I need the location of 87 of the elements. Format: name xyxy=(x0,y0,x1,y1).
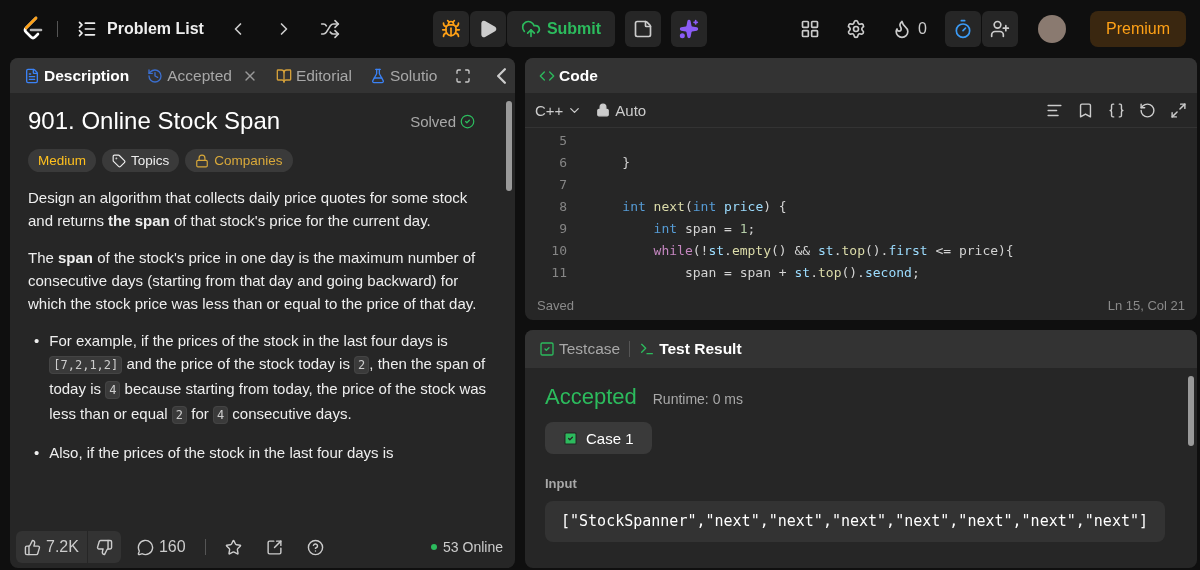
grid-icon xyxy=(800,19,821,39)
line-number: 5 xyxy=(558,132,568,148)
add-user-icon xyxy=(990,19,1010,39)
submit-button[interactable]: Submit xyxy=(506,11,616,47)
thumbs-down-icon xyxy=(95,538,113,556)
notes-button[interactable] xyxy=(625,11,662,47)
sparkles-icon xyxy=(679,19,700,39)
lock-icon xyxy=(195,153,210,168)
verdict-text: Accepted xyxy=(545,384,637,410)
problem-title: 901. Online Stock Span xyxy=(28,107,281,135)
tag-icon xyxy=(112,153,126,168)
case-tab[interactable]: Case 1 xyxy=(545,422,652,454)
timer-icon xyxy=(953,19,973,39)
scrollbar xyxy=(1188,376,1194,446)
code-tab[interactable]: Code xyxy=(535,66,602,85)
document-icon xyxy=(24,67,40,84)
avatar[interactable] xyxy=(1038,15,1066,43)
tab[interactable]: Testcase xyxy=(535,340,625,358)
code-line: span = span + st.top().second; xyxy=(683,264,920,280)
bug-icon xyxy=(440,19,461,39)
lock-icon xyxy=(596,103,611,117)
line-number: 6 xyxy=(558,154,568,170)
input-value: ["StockSpanner","next","next","next","next","next","next","next"] xyxy=(545,501,1165,542)
flask-icon xyxy=(369,67,386,84)
settings-icon xyxy=(846,19,867,39)
tab[interactable]: Test Result xyxy=(635,340,746,358)
mode-label: Auto xyxy=(596,101,647,119)
book-icon xyxy=(275,67,292,84)
problem-list-button[interactable]: Problem List xyxy=(71,19,210,39)
description-paragraph: The span of the stock's price in one day is the maximum number of consecutive days (starting from that day and going backward) for which the stock price was less than or equal to the price of that day. xyxy=(28,248,478,314)
line-number: 10 xyxy=(550,242,568,258)
solved-status: Solved xyxy=(410,112,487,130)
tag-pill[interactable]: Topics xyxy=(102,149,180,172)
check-circle-icon xyxy=(460,113,475,129)
online-count: 53 Online xyxy=(431,539,503,555)
thumbs-up-icon xyxy=(24,538,41,556)
input-label: Input xyxy=(545,476,578,491)
tab[interactable]: Solutio xyxy=(365,66,442,85)
code-line: int next(int price) { xyxy=(621,198,787,214)
chevron-left-icon xyxy=(496,67,506,84)
braces-icon[interactable] xyxy=(1108,101,1125,119)
line-number: 8 xyxy=(558,198,568,214)
share-icon xyxy=(265,538,283,556)
reset-icon[interactable] xyxy=(1139,101,1156,119)
online-dot xyxy=(431,544,438,550)
invite-button[interactable] xyxy=(982,11,1018,47)
bullet-marker: • xyxy=(34,331,40,351)
history-icon xyxy=(147,67,164,84)
fullscreen-icon xyxy=(455,67,472,84)
comments-button[interactable]: 160 xyxy=(128,538,194,556)
note-icon xyxy=(633,19,654,39)
tag-pill[interactable]: Medium xyxy=(28,149,96,172)
tag-pill[interactable]: Companies xyxy=(185,149,293,172)
example-text: For example, if the prices of the stock in the last four days is [7,2,1,2] and the price of the stock today is 2 , then the span of today is 4 because starting from today, the price of the stock was less than or equal 2 for 4 consecutive days. xyxy=(49,331,487,426)
checkbox-icon xyxy=(539,341,555,357)
star-icon xyxy=(224,538,242,556)
saved-status: Saved xyxy=(537,297,574,313)
streak-button[interactable]: 0 xyxy=(884,11,935,47)
comment-icon xyxy=(136,538,154,556)
code-line: int span = 1; xyxy=(652,220,756,236)
line-number: 11 xyxy=(550,264,568,280)
debug-button[interactable] xyxy=(432,11,469,47)
tab[interactable]: Accepted xyxy=(143,66,262,85)
description-paragraph: Design an algorithm that collects daily price quotes for some stock and returns the span of that stock's price for the current day. xyxy=(28,188,469,231)
line-number: 7 xyxy=(558,176,568,192)
terminal-icon xyxy=(639,341,656,357)
tab[interactable]: Editorial xyxy=(271,66,356,85)
premium-button[interactable]: Premium xyxy=(1090,11,1186,47)
shuffle-icon xyxy=(319,19,340,39)
code-line: while(!st.empty() && st.top().first <= price){ xyxy=(652,242,1014,258)
expand-icon[interactable] xyxy=(1170,101,1187,119)
example-text: Also, if the prices of the stock in the last four days is xyxy=(49,443,394,463)
timer-button[interactable] xyxy=(945,11,981,47)
bookmark-icon[interactable] xyxy=(1077,101,1094,119)
code-line: } xyxy=(621,154,631,170)
runtime-text: Runtime: 0 ms xyxy=(652,391,743,407)
ai-button[interactable] xyxy=(671,11,708,47)
language-select[interactable]: C++ xyxy=(535,101,583,119)
tab[interactable]: Description xyxy=(20,66,134,85)
help-icon xyxy=(306,538,324,556)
logo-icon[interactable] xyxy=(22,16,44,42)
line-number: 9 xyxy=(558,220,568,236)
run-button[interactable] xyxy=(469,11,506,47)
bullet-marker: • xyxy=(34,443,40,463)
cursor-position: Ln 15, Col 21 xyxy=(1107,297,1185,313)
cloud-upload-icon xyxy=(520,19,541,39)
list-icon xyxy=(77,19,97,39)
